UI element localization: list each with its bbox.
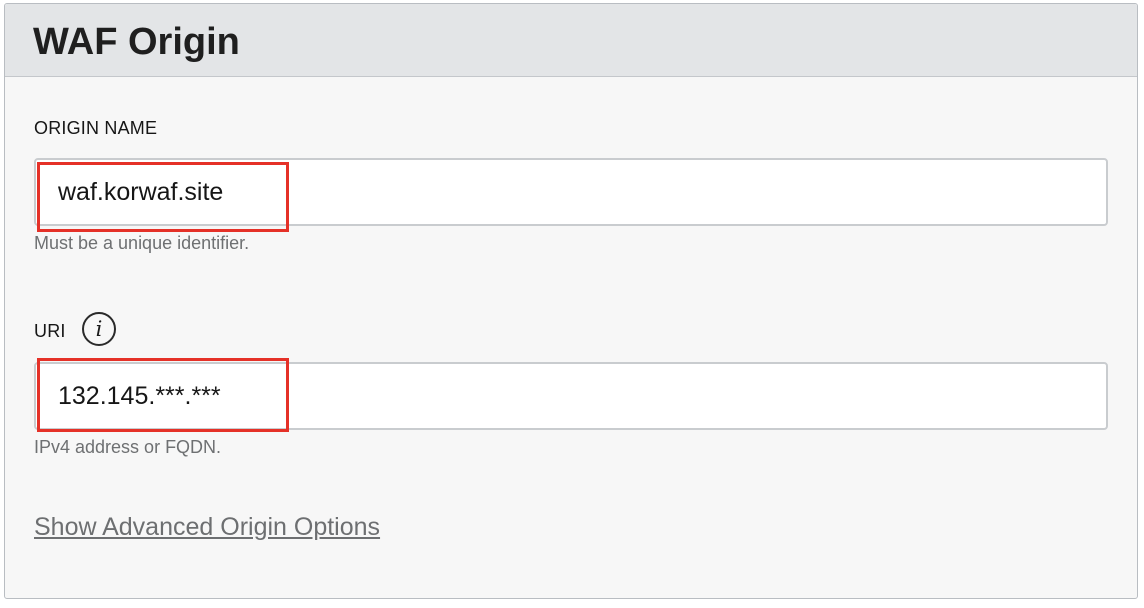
panel-header: WAF Origin (5, 4, 1137, 77)
waf-origin-panel: WAF Origin ORIGIN NAME waf.korwaf.site M… (4, 3, 1138, 599)
origin-name-label: ORIGIN NAME (34, 118, 158, 138)
origin-name-value: waf.korwaf.site (58, 178, 224, 206)
info-icon[interactable]: i (82, 312, 116, 346)
uri-value: 132.145.***.*** (58, 382, 221, 410)
origin-name-input[interactable]: waf.korwaf.site (34, 158, 1108, 226)
panel-title: WAF Origin (33, 21, 240, 63)
uri-label: URI (34, 321, 66, 341)
uri-help: IPv4 address or FQDN. (34, 437, 222, 457)
show-advanced-origin-options-link[interactable]: Show Advanced Origin Options (34, 513, 380, 542)
uri-input[interactable]: 132.145.***.*** (34, 362, 1108, 430)
origin-name-help: Must be a unique identifier. (34, 233, 250, 253)
